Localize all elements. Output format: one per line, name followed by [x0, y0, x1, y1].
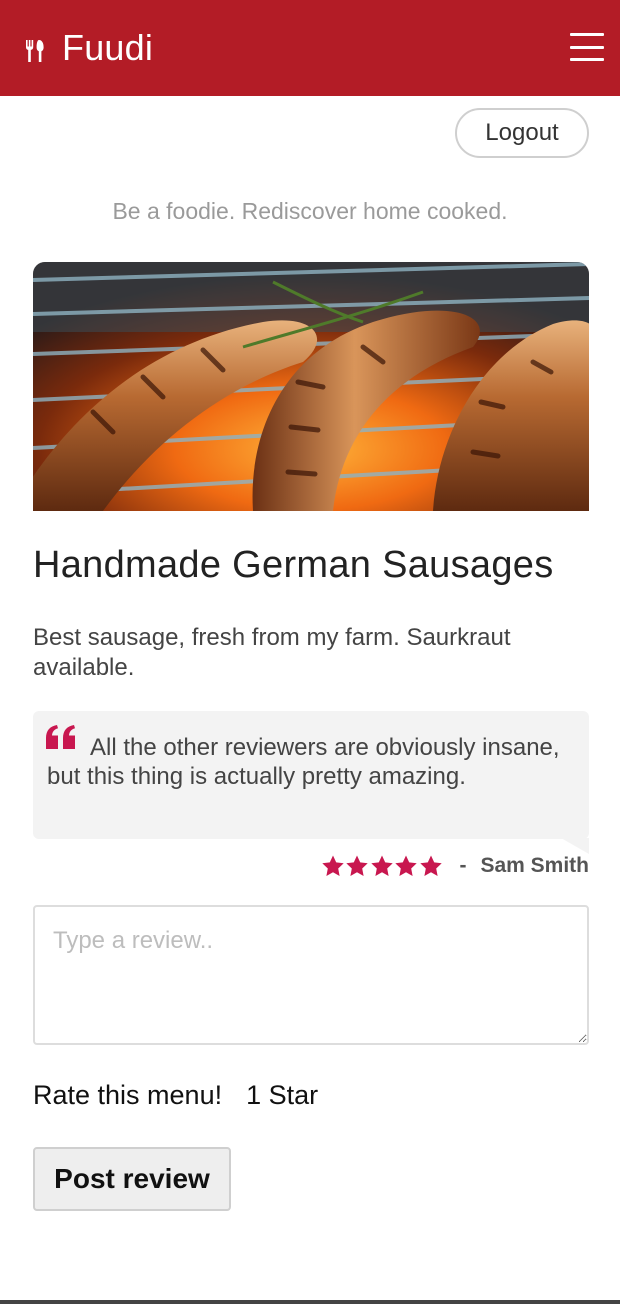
review-separator: - [459, 854, 467, 877]
menu-item-description: Best sausage, fresh from my farm. Saurkr… [33, 624, 511, 681]
logout-button[interactable]: Logout [455, 108, 589, 158]
rate-label: Rate this menu! [33, 1080, 223, 1110]
brand[interactable]: Fuudi [24, 27, 153, 69]
star-rating [321, 854, 444, 878]
brand-name: Fuudi [62, 27, 154, 68]
review-text: All the other reviewers are obviously in… [47, 734, 560, 790]
sausage-photo [33, 262, 589, 511]
top-navbar: Fuudi [0, 0, 620, 96]
menu-item-title: Handmade German Sausages [33, 544, 554, 586]
bottom-edge [0, 1300, 620, 1304]
quote-icon [46, 725, 75, 749]
star-icon [371, 855, 393, 876]
hamburger-menu-icon[interactable] [570, 33, 604, 61]
rate-selector[interactable]: 1 Star [246, 1080, 318, 1111]
review-quote-box: All the other reviewers are obviously in… [33, 711, 589, 839]
star-icon [346, 855, 369, 876]
utensils-icon [26, 40, 44, 62]
tagline: Be a foodie. Rediscover home cooked. [112, 198, 508, 224]
rate-row: Rate this menu! 1 Star [33, 1080, 318, 1111]
menu-item-image [33, 262, 589, 511]
review-meta: - Sam Smith [321, 852, 589, 880]
post-review-button[interactable]: Post review [33, 1147, 231, 1211]
reviewer-name: Sam Smith [480, 854, 589, 877]
star-icon [420, 855, 442, 876]
star-icon [322, 855, 344, 876]
star-icon [395, 855, 418, 876]
review-textarea[interactable] [33, 905, 589, 1045]
